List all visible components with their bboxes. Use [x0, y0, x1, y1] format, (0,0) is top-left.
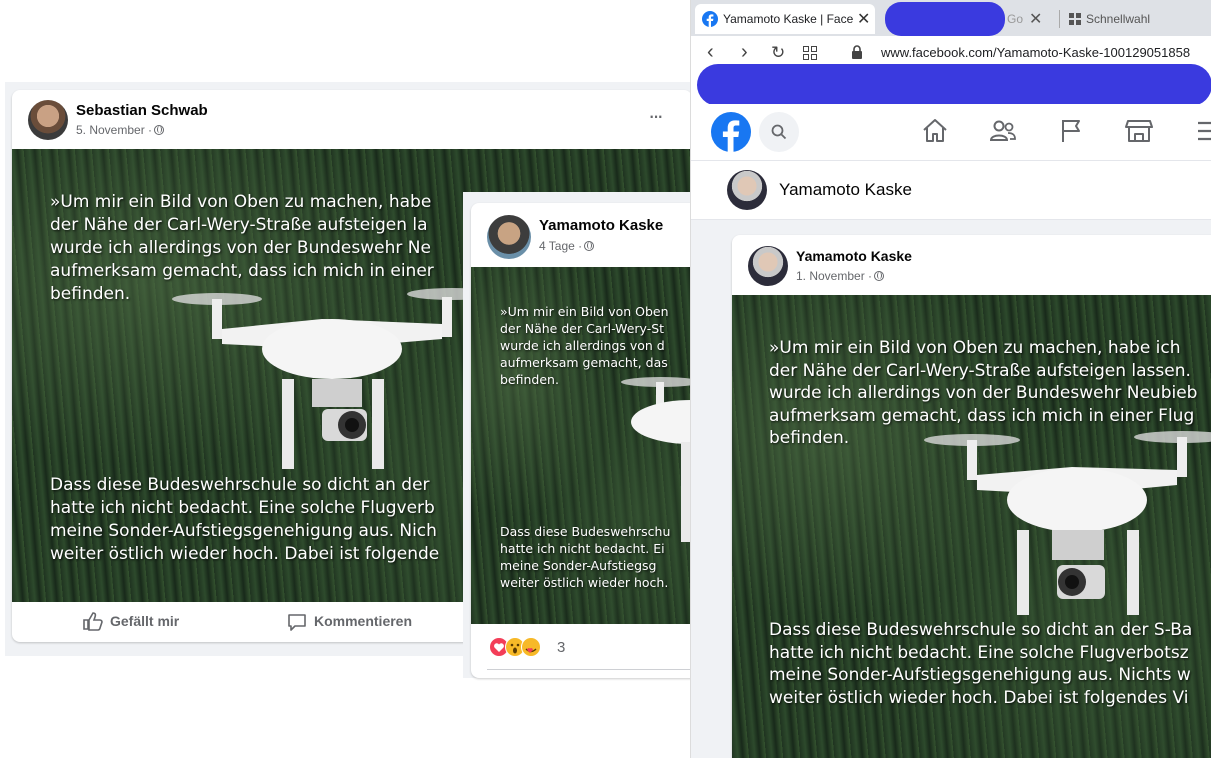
- facebook-logo[interactable]: [711, 112, 751, 152]
- reload-icon[interactable]: ↻: [771, 43, 785, 63]
- post-image-text-bottom: Dass diese Budeswehrschule so dicht an d…: [769, 620, 1193, 708]
- divider: [487, 669, 695, 670]
- lock-icon[interactable]: [851, 45, 863, 59]
- back-icon[interactable]: ‹: [707, 41, 714, 64]
- forward-icon[interactable]: ›: [741, 41, 748, 64]
- friends-icon[interactable]: [989, 118, 1017, 144]
- post-date[interactable]: 4 Tage ·: [539, 239, 595, 253]
- like-icon: [83, 612, 103, 631]
- marketplace-icon[interactable]: [1125, 118, 1153, 144]
- tab-active[interactable]: Yamamoto Kaske | Faceb ✕: [695, 4, 875, 34]
- post-author[interactable]: Yamamoto Kaske: [539, 217, 663, 234]
- more-icon[interactable]: ···: [648, 105, 664, 127]
- facebook-favicon-icon: [702, 11, 718, 27]
- tab-bookmarks-title: Schnellwahl: [1086, 12, 1151, 26]
- post-image-text-bottom: Dass diese Budeswehrschu hatte ich nicht…: [500, 524, 671, 590]
- globe-icon: [584, 241, 595, 251]
- post-image[interactable]: »Um mir ein Bild von Oben zu machen, hab…: [732, 295, 1211, 758]
- browser-window: Yamamoto Kaske | Faceb ✕ Go ✕ Schnellwah…: [690, 0, 1211, 758]
- tab-separator: [1059, 10, 1060, 28]
- middle-post-card: Yamamoto Kaske 4 Tage · »Um mir ein Bild…: [471, 203, 695, 678]
- post-author[interactable]: Yamamoto Kaske: [796, 248, 912, 264]
- page-name[interactable]: Yamamoto Kaske: [779, 180, 912, 200]
- post-date[interactable]: 5. November ·: [76, 123, 165, 137]
- post-image[interactable]: »Um mir ein Bild von Oben der Nähe der C…: [471, 267, 695, 624]
- comment-label: Kommentieren: [314, 613, 413, 629]
- reaction-count: 3: [557, 639, 566, 656]
- close-icon[interactable]: ✕: [857, 9, 870, 29]
- globe-icon: [874, 271, 885, 281]
- tab-second[interactable]: Go ✕: [881, 2, 1059, 36]
- post-date[interactable]: 1. November ·: [796, 269, 885, 283]
- redacted-scribble: [885, 2, 1005, 36]
- close-icon[interactable]: ✕: [1029, 9, 1042, 29]
- avatar[interactable]: [28, 100, 68, 140]
- redacted-scribble: [697, 64, 1211, 106]
- tab-active-title: Yamamoto Kaske | Faceb: [723, 12, 853, 26]
- menu-icon[interactable]: [1196, 120, 1211, 142]
- pages-flag-icon[interactable]: [1059, 118, 1085, 144]
- comment-icon: [288, 614, 306, 631]
- post-author[interactable]: Sebastian Schwab: [76, 102, 208, 119]
- search-icon: [771, 124, 787, 140]
- post-date-text: 1. November ·: [796, 269, 873, 283]
- right-post-card: Yamamoto Kaske 1. November · »Um mir ein…: [732, 235, 1211, 758]
- post-image-text-top: »Um mir ein Bild von Oben zu machen, hab…: [769, 338, 1198, 448]
- post-date-text: 4 Tage ·: [539, 239, 583, 253]
- page-avatar[interactable]: [727, 170, 767, 210]
- like-label: Gefällt mir: [110, 613, 180, 629]
- avatar[interactable]: [748, 246, 788, 286]
- post-image-text-top: »Um mir ein Bild von Oben zu machen, hab…: [50, 192, 434, 304]
- grid-icon: [1069, 13, 1081, 25]
- search-button[interactable]: [759, 112, 799, 152]
- tab-second-title: Go: [1007, 12, 1024, 26]
- post-date-text: 5. November ·: [76, 123, 153, 137]
- post-image-text-top: »Um mir ein Bild von Oben der Nähe der C…: [500, 304, 669, 387]
- avatar[interactable]: [487, 215, 531, 259]
- globe-icon: [154, 125, 165, 135]
- url-field[interactable]: www.facebook.com/Yamamoto-Kaske-10012905…: [881, 45, 1190, 60]
- home-icon[interactable]: [921, 118, 949, 144]
- grid-icon[interactable]: [803, 46, 817, 60]
- post-image-text-bottom: Dass diese Budeswehrschule so dicht an d…: [50, 475, 440, 564]
- tab-bookmarks[interactable]: Schnellwahl: [1067, 4, 1207, 34]
- care-reaction-icon: [521, 637, 541, 657]
